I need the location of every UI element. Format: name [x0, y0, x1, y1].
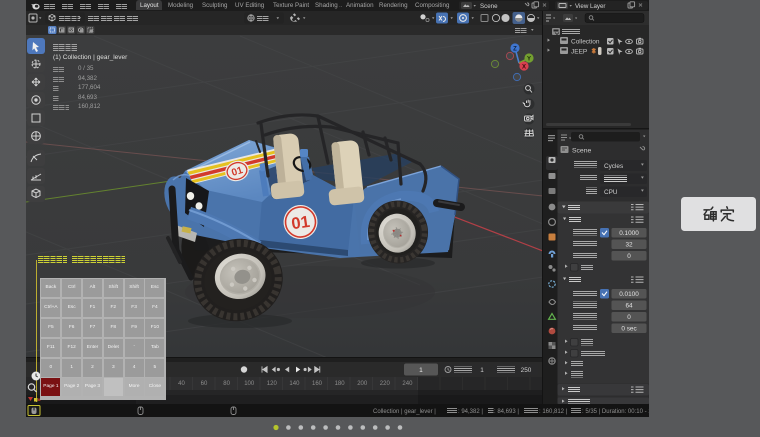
svg-text:1: 1	[480, 367, 484, 374]
svg-text:120: 120	[267, 381, 278, 387]
svg-text:Cycles: Cycles	[604, 163, 623, 170]
svg-text:0: 0	[627, 253, 631, 260]
svg-text:80: 80	[223, 381, 230, 387]
svg-text:160: 160	[312, 381, 323, 387]
svg-text:140: 140	[289, 381, 300, 387]
svg-text:250: 250	[521, 367, 532, 374]
svg-text:Scene: Scene	[480, 3, 498, 10]
svg-text:CPU: CPU	[604, 189, 618, 196]
svg-text:40: 40	[178, 381, 185, 387]
svg-text:View Layer: View Layer	[575, 3, 606, 10]
svg-text:180: 180	[335, 381, 346, 387]
svg-text:1: 1	[419, 367, 423, 374]
svg-text:Collection: Collection	[571, 39, 600, 46]
svg-text:200: 200	[357, 381, 368, 387]
svg-text:240: 240	[402, 381, 413, 387]
svg-text:Y: Y	[527, 57, 531, 63]
svg-text:0 sec: 0 sec	[621, 326, 637, 333]
svg-text:60: 60	[201, 381, 208, 387]
svg-text:01: 01	[290, 213, 311, 233]
svg-text:Scene: Scene	[572, 148, 591, 155]
svg-text:0.1000: 0.1000	[619, 230, 639, 237]
svg-text:100: 100	[244, 381, 255, 387]
svg-text:Z: Z	[513, 47, 517, 53]
svg-text:220: 220	[380, 381, 391, 387]
svg-text:X: X	[522, 65, 526, 71]
svg-text:JEEP: JEEP	[571, 49, 587, 56]
svg-text:32: 32	[625, 242, 633, 249]
svg-text:64: 64	[625, 303, 633, 310]
svg-text:0.0100: 0.0100	[619, 291, 639, 298]
svg-text:0: 0	[627, 314, 631, 321]
